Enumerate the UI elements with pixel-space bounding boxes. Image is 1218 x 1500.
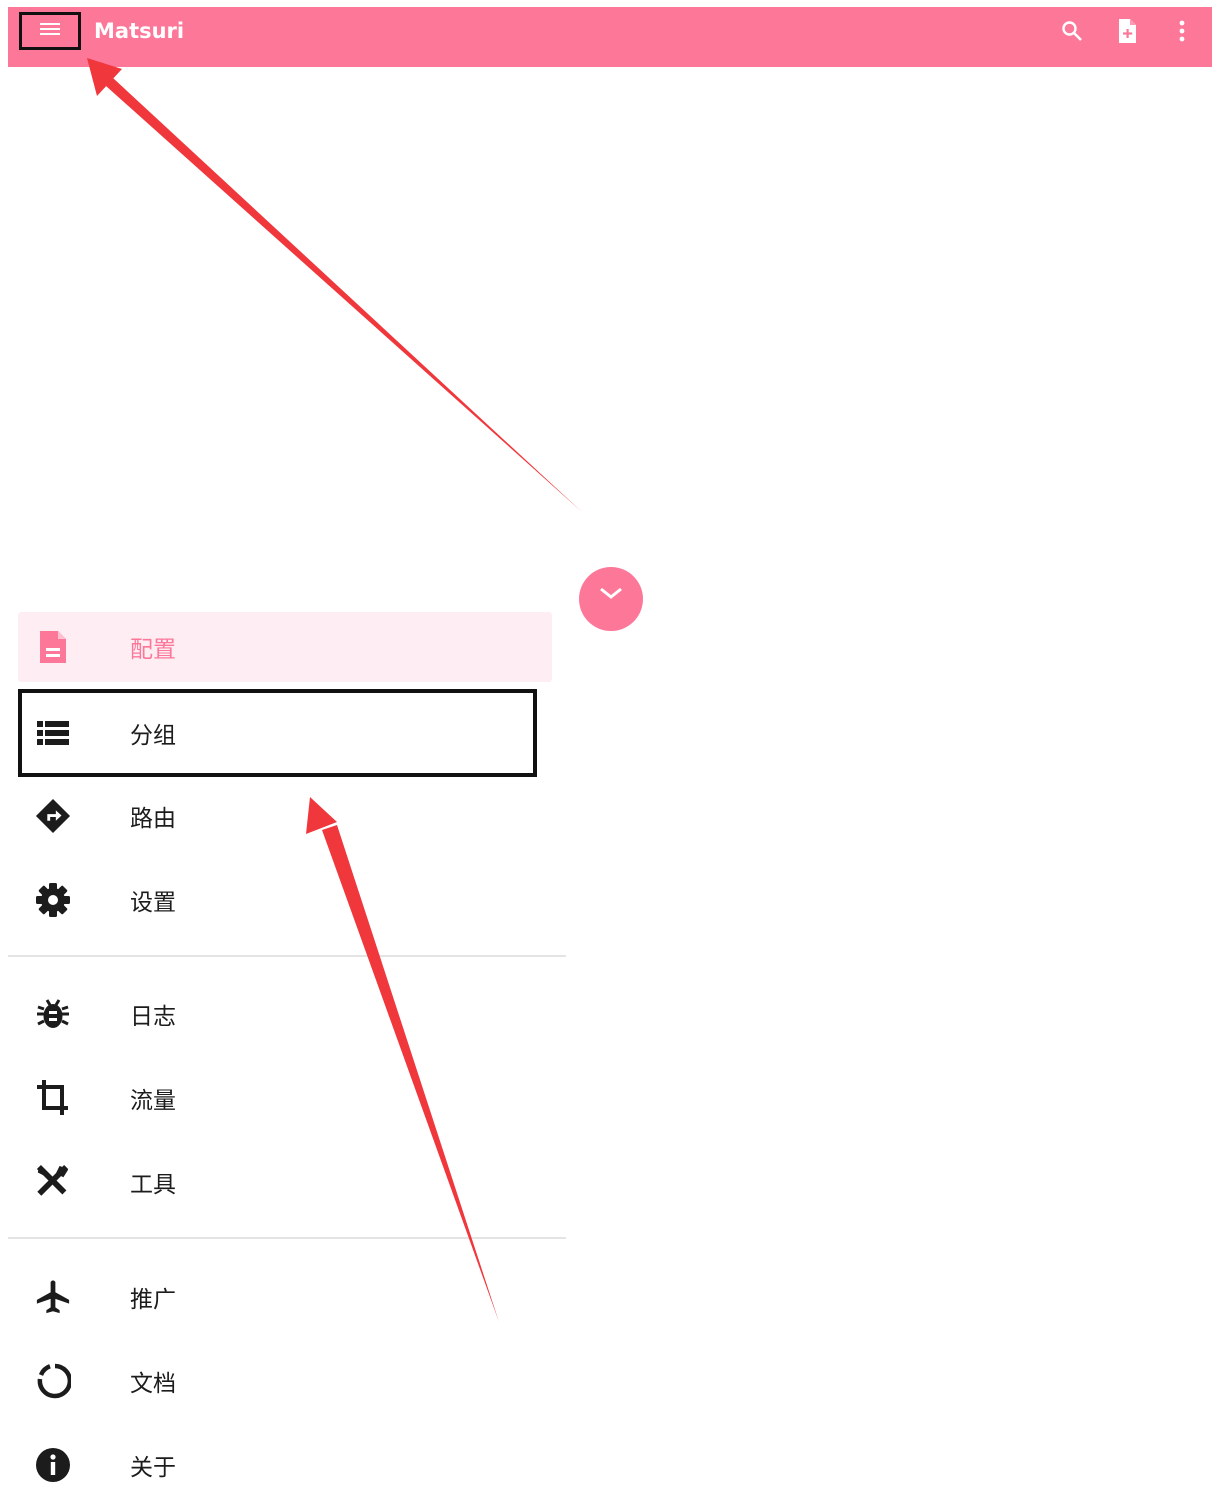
app-title: Matsuri bbox=[94, 19, 185, 43]
new-profile-button[interactable] bbox=[1113, 19, 1141, 47]
nav-label: 分组 bbox=[130, 723, 176, 749]
nav-item-docs[interactable]: 文档 bbox=[18, 1346, 552, 1416]
menu-icon bbox=[39, 21, 61, 41]
nav-item-promotion[interactable]: 推广 bbox=[18, 1262, 552, 1332]
nav-label: 流量 bbox=[130, 1088, 176, 1114]
bug-icon bbox=[35, 996, 71, 1032]
nav-label: 设置 bbox=[130, 890, 176, 916]
nav-item-about[interactable]: 关于 bbox=[18, 1430, 552, 1500]
more-vert-icon bbox=[1178, 20, 1186, 46]
app-toolbar: Matsuri bbox=[8, 7, 1212, 67]
nav-item-tools[interactable]: 工具 bbox=[18, 1147, 552, 1217]
nav-label: 路由 bbox=[130, 806, 176, 832]
airplane-icon bbox=[35, 1279, 71, 1315]
nav-label: 文档 bbox=[130, 1371, 176, 1397]
fab-icon bbox=[600, 587, 622, 599]
file-icon bbox=[35, 629, 71, 665]
nav-item-logs[interactable]: 日志 bbox=[18, 979, 552, 1049]
directions-icon bbox=[35, 798, 71, 834]
gear-icon bbox=[35, 882, 71, 918]
drawer-divider bbox=[8, 1237, 566, 1239]
crop-icon bbox=[35, 1080, 71, 1116]
nav-label: 配置 bbox=[130, 637, 176, 663]
tools-icon bbox=[35, 1164, 71, 1200]
search-button[interactable] bbox=[1058, 19, 1086, 47]
more-options-button[interactable] bbox=[1168, 19, 1196, 47]
annotation-arrow bbox=[87, 58, 582, 512]
drawer-divider bbox=[8, 955, 566, 957]
nav-item-traffic[interactable]: 流量 bbox=[18, 1063, 552, 1133]
info-icon bbox=[35, 1447, 71, 1483]
circle-outline-icon bbox=[35, 1363, 71, 1399]
nav-label: 关于 bbox=[130, 1455, 176, 1481]
nav-item-groups[interactable]: 分组 bbox=[18, 689, 537, 777]
nav-label: 推广 bbox=[130, 1287, 176, 1313]
new-file-icon bbox=[1116, 18, 1138, 48]
nav-item-route[interactable]: 路由 bbox=[18, 781, 552, 851]
nav-label: 日志 bbox=[130, 1004, 176, 1030]
list-icon bbox=[35, 715, 71, 751]
nav-item-profiles[interactable]: 配置 bbox=[18, 612, 552, 682]
floating-action-button[interactable] bbox=[579, 567, 643, 631]
menu-button[interactable] bbox=[19, 12, 81, 50]
search-icon bbox=[1060, 19, 1084, 47]
nav-label: 工具 bbox=[130, 1172, 176, 1198]
nav-item-settings[interactable]: 设置 bbox=[18, 865, 552, 935]
